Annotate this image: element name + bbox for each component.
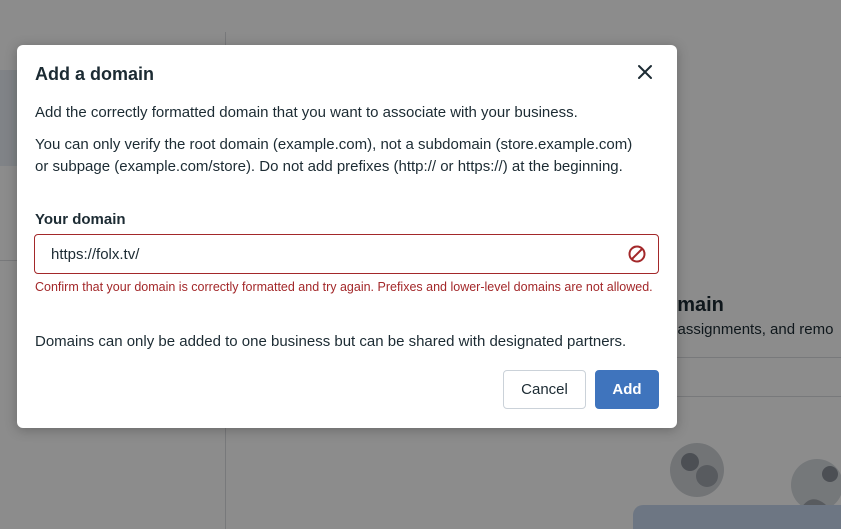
cancel-button[interactable]: Cancel (503, 370, 586, 409)
dialog-rules-text: You can only verify the root domain (exa… (35, 136, 633, 175)
dialog-note-text: Domains can only be added to one busines… (35, 333, 627, 350)
domain-input-wrapper (34, 234, 659, 274)
prohibited-icon (627, 244, 647, 264)
dialog-title: Add a domain (35, 64, 155, 84)
domain-error-message: Confirm that your domain is correctly fo… (35, 280, 653, 294)
dialog-intro-text: Add the correctly formatted domain that … (35, 104, 578, 121)
close-button[interactable] (633, 62, 657, 86)
add-button[interactable]: Add (595, 370, 659, 409)
domain-field-label: Your domain (35, 211, 126, 228)
close-icon (637, 64, 653, 85)
add-domain-dialog: Add a domain Add the correctly formatted… (17, 45, 677, 428)
domain-input[interactable] (35, 235, 625, 273)
